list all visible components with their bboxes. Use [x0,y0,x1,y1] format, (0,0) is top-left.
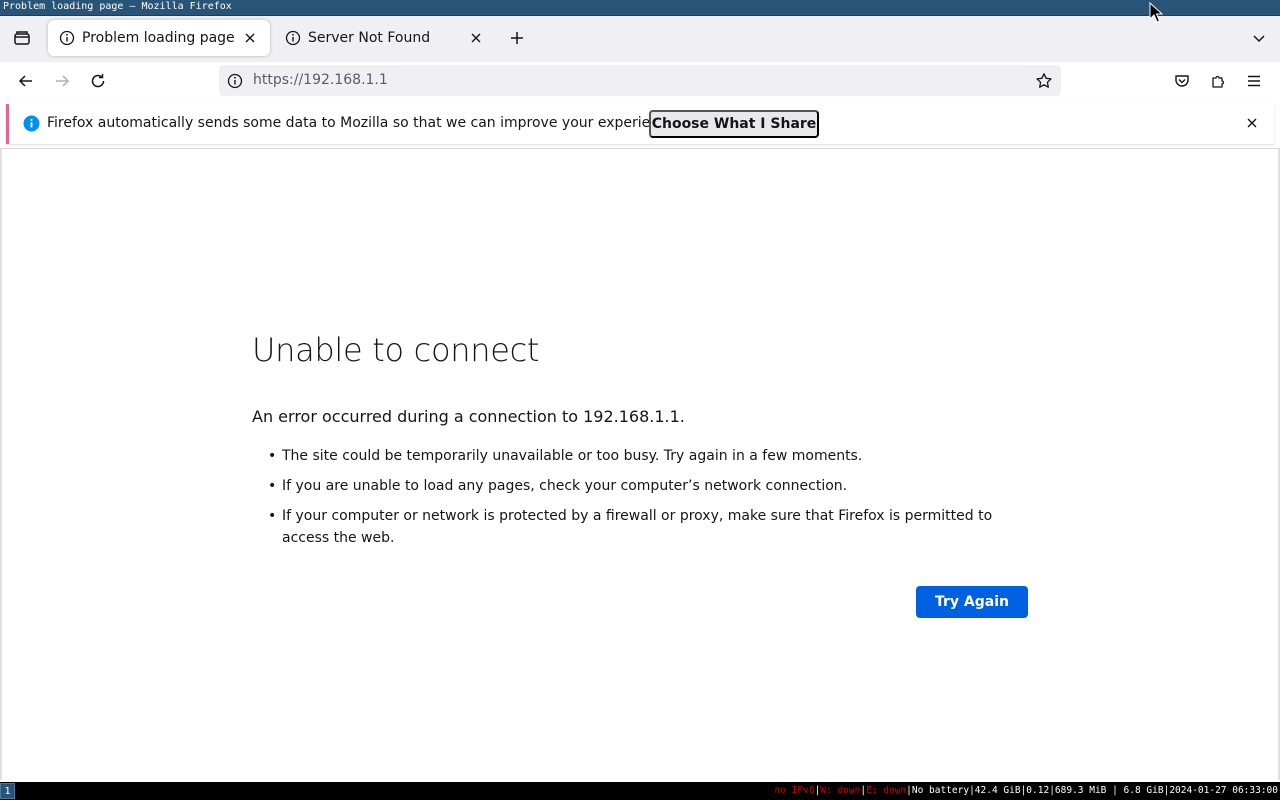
system-status-bar: 1 no IPv6|W: down|E: down|No battery|42.… [0,782,1280,800]
new-tab-button[interactable] [504,25,530,51]
site-info-icon[interactable] [225,71,245,91]
mouse-cursor-icon [1149,2,1163,23]
extensions-button[interactable] [1203,66,1233,96]
back-button[interactable] [11,66,41,96]
load-status: 0.12 [1026,785,1050,796]
close-tab-icon[interactable] [240,28,260,48]
error-title: Unable to connect [252,331,540,369]
error-page: Unable to connect An error occurred duri… [0,149,1280,780]
reload-button[interactable] [83,66,113,96]
info-icon [284,29,302,47]
app-menu-button[interactable] [1239,66,1269,96]
workspace-button[interactable]: 1 [0,783,15,799]
window-title: Problem loading page — Mozilla Firefox [3,1,232,12]
tab-problem-loading-page[interactable]: Problem loading page [48,20,270,56]
list-item: If your computer or network is protected… [268,505,1038,549]
close-icon[interactable] [1242,113,1262,133]
disk-status: 42.4 GiB [974,785,1021,796]
ethernet-status: E: down [866,785,907,796]
list-item: If you are unable to load any pages, che… [268,475,1038,497]
forward-arrow-icon [56,75,70,87]
forward-button[interactable] [47,66,77,96]
error-suggestions-list: The site could be temporarily unavailabl… [268,445,1038,557]
try-again-button[interactable]: Try Again [916,586,1028,618]
notification-message: Firefox automatically sends some data to… [47,115,680,131]
hamburger-menu-icon [1248,75,1260,87]
url-text[interactable]: https://192.168.1.1 [253,72,388,88]
tab-strip: Problem loading page Server Not Found [0,16,1280,62]
tab-label: Server Not Found [308,30,431,46]
reload-icon [91,74,105,88]
list-all-tabs-button[interactable] [1246,25,1272,51]
puzzle-piece-icon [1212,75,1225,88]
tab-server-not-found[interactable]: Server Not Found [274,20,496,56]
navigation-toolbar: https://192.168.1.1 [0,62,1280,100]
firefox-view-button[interactable] [8,24,36,52]
back-arrow-icon [18,75,32,87]
battery-status: No battery [911,785,970,796]
pocket-button[interactable] [1167,66,1197,96]
error-description: An error occurred during a connection to… [252,407,685,426]
info-icon [58,29,76,47]
list-item: The site could be temporarily unavailabl… [268,445,1038,467]
bookmark-star-icon[interactable] [1033,70,1055,92]
close-tab-icon[interactable] [466,28,486,48]
window-titlebar: Problem loading page — Mozilla Firefox [0,0,1280,16]
pocket-icon [1175,75,1189,87]
choose-what-i-share-button[interactable]: Choose What I Share [649,110,819,138]
url-bar[interactable]: https://192.168.1.1 [219,65,1061,96]
datetime-status: 2024-01-27 06:33:00 [1169,785,1278,796]
info-filled-icon [23,115,40,132]
chevron-down-icon [1253,35,1265,43]
firefox-view-icon [14,31,30,45]
status-text: no IPv6|W: down|E: down|No battery|42.4 … [774,785,1278,796]
memory-status: 689.3 MiB | 6.8 GiB [1054,785,1164,796]
wireless-status: W: down [820,785,861,796]
plus-icon [511,32,523,44]
ipv6-status: no IPv6 [774,785,815,796]
telemetry-notification-bar: Firefox automatically sends some data to… [6,104,1274,144]
tab-label: Problem loading page [82,30,235,46]
